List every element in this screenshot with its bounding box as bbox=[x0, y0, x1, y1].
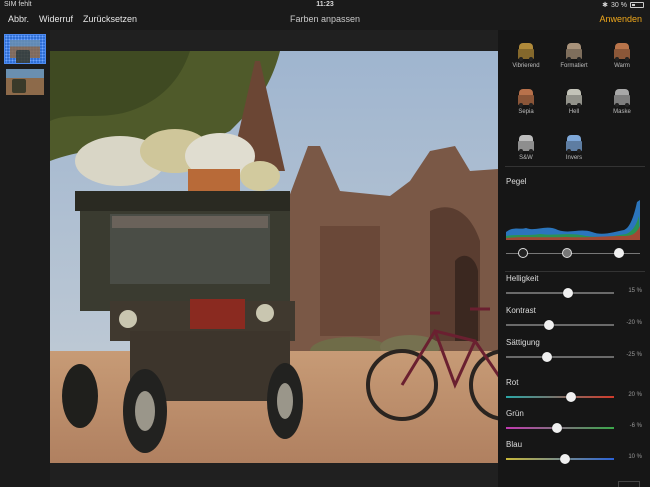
slider-track[interactable] bbox=[506, 292, 614, 294]
slider-3: Rot 20 % bbox=[506, 378, 642, 404]
preset-thumbnail-icon bbox=[613, 89, 631, 107]
preset-thumbnail-icon bbox=[517, 43, 535, 61]
slider-value: 20 % bbox=[628, 392, 642, 398]
slider-4: Grün -6 % bbox=[506, 409, 642, 435]
slider-track[interactable] bbox=[506, 396, 614, 398]
slider-5: Blau 10 % bbox=[506, 440, 642, 466]
preset-button[interactable]: Vibrierend bbox=[502, 32, 550, 76]
preset-button[interactable]: Hell bbox=[550, 78, 598, 122]
slider-label: Grün bbox=[506, 409, 524, 418]
photo-canvas[interactable] bbox=[50, 30, 498, 487]
slider-track[interactable] bbox=[506, 324, 614, 326]
levels-label: Pegel bbox=[506, 177, 527, 186]
panel-divider bbox=[505, 271, 645, 272]
slider-2: Sättigung -25 % bbox=[506, 338, 642, 364]
slider-value: 15 % bbox=[628, 288, 642, 294]
slider-label: Sättigung bbox=[506, 338, 540, 347]
slider-value: -20 % bbox=[626, 320, 642, 326]
preset-label: Maske bbox=[613, 109, 631, 115]
preset-thumbnail-icon bbox=[613, 43, 631, 61]
clock: 11:23 bbox=[316, 1, 334, 8]
slider-value: -25 % bbox=[626, 352, 642, 358]
levels-white-point[interactable] bbox=[614, 248, 624, 258]
slider-thumb[interactable] bbox=[552, 423, 562, 433]
preset-thumbnail-icon bbox=[565, 89, 583, 107]
preset-label: Sepia bbox=[518, 109, 534, 115]
slider-label: Blau bbox=[506, 440, 523, 449]
battery-icon bbox=[630, 2, 644, 8]
preset-label: Warm bbox=[614, 63, 630, 69]
slider-label: Rot bbox=[506, 378, 519, 387]
preset-label: Invers bbox=[565, 155, 583, 161]
slider-1: Kontrast -20 % bbox=[506, 306, 642, 332]
panel-divider bbox=[505, 166, 645, 167]
status-right: ✱ 30 % bbox=[602, 1, 644, 9]
apply-button[interactable]: Anwenden bbox=[599, 14, 642, 24]
preset-label: Formatiert bbox=[560, 63, 588, 69]
preset-button[interactable]: Formatiert bbox=[550, 32, 598, 76]
slider-label: Kontrast bbox=[506, 306, 536, 315]
preset-button[interactable]: Maske bbox=[598, 78, 646, 122]
slider-value: -6 % bbox=[629, 423, 642, 429]
adjustments-panel: Vibrierend Formatiert Warm Sepia Hell Maske S&… bbox=[498, 30, 650, 487]
preset-thumbnail-icon bbox=[517, 135, 535, 153]
slider-label: Helligkeit bbox=[506, 274, 539, 283]
photo-strip bbox=[0, 30, 50, 487]
slider-thumb[interactable] bbox=[560, 454, 570, 464]
preset-button[interactable]: Invers bbox=[550, 124, 598, 168]
slider-thumb[interactable] bbox=[566, 392, 576, 402]
slider-thumb[interactable] bbox=[563, 288, 573, 298]
preset-button[interactable]: Warm bbox=[598, 32, 646, 76]
thumbnail-image bbox=[6, 69, 44, 95]
preset-label: Vibrierend bbox=[512, 63, 540, 69]
preset-label: Hell bbox=[568, 109, 580, 115]
thumbnail-image bbox=[10, 40, 40, 63]
battery-percent: 30 % bbox=[611, 1, 627, 9]
bluetooth-icon: ✱ bbox=[602, 2, 609, 9]
preset-button[interactable]: S&W bbox=[502, 124, 550, 168]
levels-black-point[interactable] bbox=[518, 248, 528, 258]
status-bar: SIM fehlt 11:23 ✱ 30 % bbox=[0, 0, 650, 10]
preset-thumbnail-icon bbox=[517, 89, 535, 107]
slider-track[interactable] bbox=[506, 356, 614, 358]
slider-value: 10 % bbox=[628, 454, 642, 460]
levels-midtone[interactable] bbox=[562, 248, 572, 258]
histogram bbox=[506, 200, 640, 240]
preset-button[interactable]: Sepia bbox=[502, 78, 550, 122]
preset-thumbnail-icon bbox=[565, 135, 583, 153]
thumbnail-selected[interactable] bbox=[4, 34, 46, 64]
photo-image bbox=[50, 51, 498, 463]
slider-thumb[interactable] bbox=[544, 320, 554, 330]
panel-handle[interactable] bbox=[618, 481, 640, 487]
top-toolbar: Abbr. Widerruf Zurücksetzen Farben anpas… bbox=[0, 10, 650, 30]
page-title: Farben anpassen bbox=[289, 14, 361, 24]
slider-0: Helligkeit 15 % bbox=[506, 274, 642, 300]
preset-thumbnail-icon bbox=[565, 43, 583, 61]
slider-thumb[interactable] bbox=[542, 352, 552, 362]
preset-label: S&W bbox=[519, 155, 533, 161]
thumbnail[interactable] bbox=[4, 67, 46, 97]
